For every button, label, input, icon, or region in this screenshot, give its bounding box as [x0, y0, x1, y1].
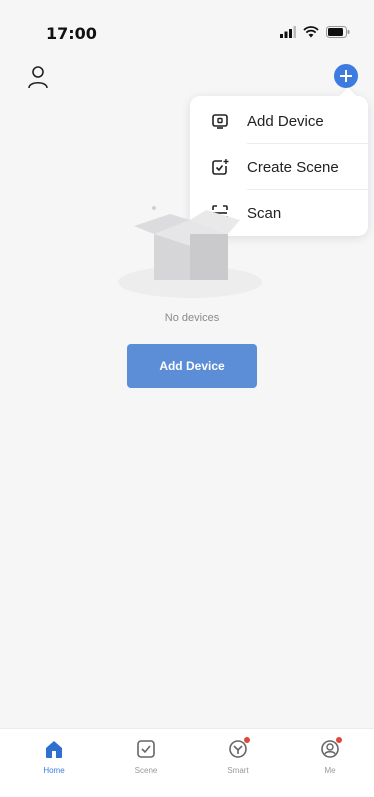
home-icon: [42, 737, 66, 761]
status-bar: 17:00: [0, 0, 374, 60]
create-scene-icon: [210, 157, 230, 177]
empty-box-illustration: [118, 206, 262, 298]
tab-home[interactable]: Home: [24, 737, 84, 787]
device-icon: [210, 111, 230, 131]
smart-icon: [226, 737, 250, 761]
status-time: 17:00: [46, 24, 97, 43]
tab-label: Me: [324, 766, 336, 775]
header: [0, 60, 374, 94]
empty-message: No devices: [164, 312, 220, 324]
plus-glyph: [340, 70, 352, 82]
tab-label: Home: [43, 766, 65, 775]
menu-item-add-device[interactable]: Add Device: [190, 98, 368, 144]
add-device-button[interactable]: Add Device: [127, 344, 257, 388]
tab-smart[interactable]: Smart: [208, 737, 268, 787]
plus-circle-icon[interactable]: [334, 64, 358, 88]
wifi-icon: [303, 26, 319, 38]
me-icon: [318, 737, 342, 761]
bottom-tab-bar: Home Scene Smart Me: [0, 728, 374, 797]
tab-scene[interactable]: Scene: [116, 737, 176, 787]
notification-badge: [336, 737, 342, 743]
tab-label: Scene: [134, 766, 158, 775]
signal-icon: [280, 26, 296, 38]
menu-item-label: Add Device: [247, 112, 324, 130]
tab-me[interactable]: Me: [300, 737, 360, 787]
tab-label: Smart: [227, 766, 249, 775]
status-icons: [280, 24, 350, 40]
battery-icon: [326, 26, 350, 38]
person-icon[interactable]: [26, 64, 50, 90]
notification-badge: [244, 737, 250, 743]
scene-icon: [134, 737, 158, 761]
menu-item-label: Create Scene: [247, 158, 339, 176]
menu-item-create-scene[interactable]: Create Scene: [190, 144, 368, 190]
